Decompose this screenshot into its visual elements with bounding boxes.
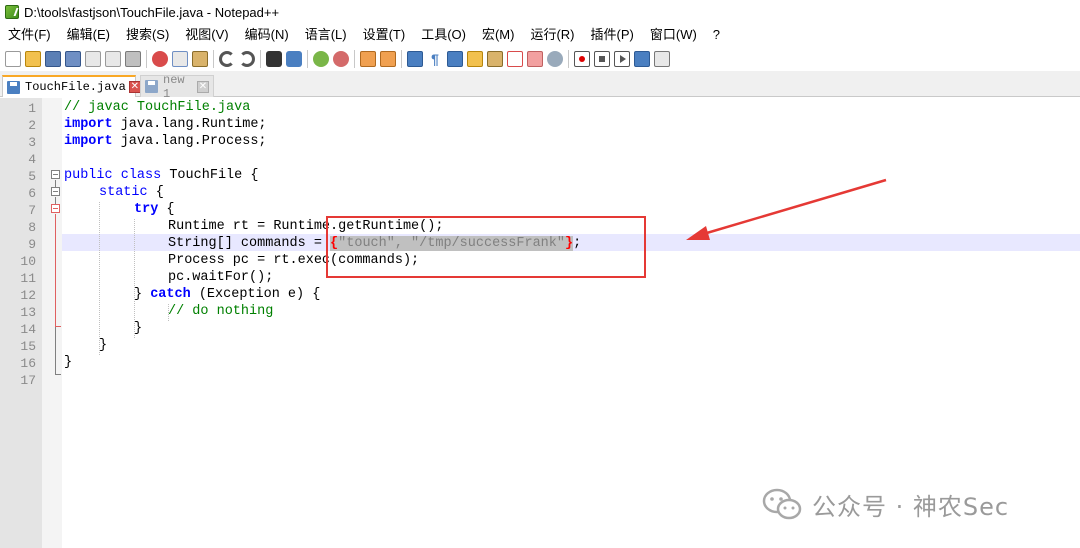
annotation-arrow-icon xyxy=(686,178,887,240)
watermark-text: 公众号 · 神农Sec xyxy=(812,493,1010,521)
wechat-icon xyxy=(762,488,802,519)
arrow-head xyxy=(686,226,710,240)
arrow-shaft xyxy=(699,178,887,237)
watermark: 公众号 · 神农Sec xyxy=(762,487,1009,522)
